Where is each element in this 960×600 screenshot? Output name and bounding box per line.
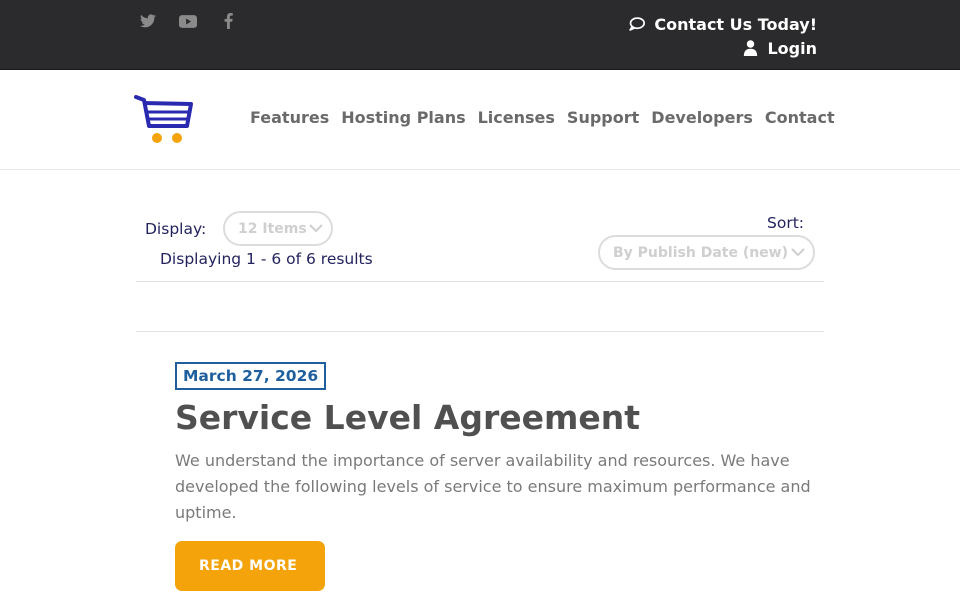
chevron-down-icon (791, 246, 805, 262)
nav-item-licenses[interactable]: Licenses (472, 108, 561, 127)
nav-item-support[interactable]: Support (561, 108, 645, 127)
results-count: Displaying 1 - 6 of 6 results (160, 250, 373, 268)
read-more-button[interactable]: READ MORE (175, 541, 325, 591)
login-link[interactable]: Login (628, 36, 817, 60)
sort-select[interactable]: By Publish Date (new) (598, 235, 815, 270)
nav-item-developers[interactable]: Developers (645, 108, 759, 127)
nav-menu: Features Hosting Plans Licenses Support … (244, 108, 841, 127)
youtube-icon[interactable] (178, 12, 198, 30)
display-label: Display: (145, 220, 207, 238)
sort-label: Sort: (767, 214, 804, 232)
user-icon (743, 40, 758, 56)
post-date-badge: March 27, 2026 (175, 362, 327, 390)
section-divider (136, 331, 824, 332)
post-title[interactable]: Service Level Agreement (175, 398, 640, 437)
items-per-page-select[interactable]: 12 Items (223, 211, 333, 246)
contact-us-label: Contact Us Today! (654, 14, 817, 34)
sort-value: By Publish Date (new) (613, 244, 789, 261)
nav-item-features[interactable]: Features (244, 108, 335, 127)
top-links: Contact Us Today! Login (628, 12, 817, 60)
post-excerpt: We understand the importance of server a… (175, 451, 811, 522)
login-label: Login (767, 38, 817, 58)
shopping-cart-icon[interactable] (134, 94, 196, 146)
main-navbar: Features Hosting Plans Licenses Support … (0, 70, 960, 170)
nav-item-hosting-plans[interactable]: Hosting Plans (335, 108, 471, 127)
twitter-icon[interactable] (138, 12, 158, 30)
top-bar: Contact Us Today! Login (0, 0, 960, 70)
listing-controls: Display: 12 Items Displaying 1 - 6 of 6 … (136, 200, 824, 282)
nav-item-contact[interactable]: Contact (759, 108, 841, 127)
facebook-icon[interactable] (218, 12, 238, 30)
items-per-page-value: 12 Items (238, 220, 307, 237)
chevron-down-icon (309, 222, 323, 238)
chat-bubble-icon (628, 16, 646, 32)
contact-us-link[interactable]: Contact Us Today! (628, 12, 817, 36)
social-links (138, 12, 238, 30)
